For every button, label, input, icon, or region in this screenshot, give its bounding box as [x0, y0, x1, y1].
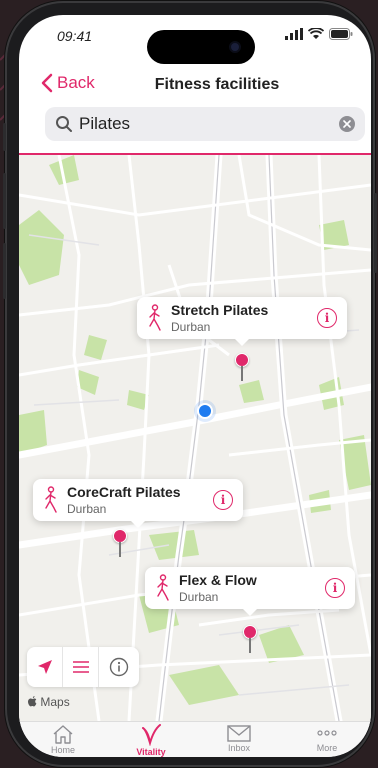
info-icon	[109, 657, 129, 677]
tab-inbox[interactable]: Inbox	[195, 722, 283, 757]
map-view[interactable]: Stretch Pilates Durban i CoreCraft Pilat…	[19, 155, 371, 721]
facility-name: Stretch Pilates	[171, 302, 269, 318]
user-location-dot	[197, 403, 213, 419]
pilates-figure-icon	[149, 304, 161, 331]
facility-callout-stretch-pilates[interactable]: Stretch Pilates Durban i	[137, 297, 347, 346]
apple-maps-attribution[interactable]: Maps	[27, 695, 70, 709]
map-info-button[interactable]	[99, 647, 139, 687]
dynamic-island	[147, 30, 255, 64]
tab-label: More	[316, 743, 338, 753]
map-streets	[19, 155, 371, 721]
facility-name: CoreCraft Pilates	[67, 484, 181, 500]
signal-icon	[285, 28, 303, 40]
maps-label: Maps	[40, 695, 70, 709]
more-icon	[317, 730, 337, 736]
power-button	[374, 193, 377, 273]
close-icon	[343, 120, 351, 128]
search-field[interactable]: Pilates	[45, 107, 365, 141]
volume-up-button	[3, 173, 6, 229]
list-icon	[72, 661, 89, 673]
volume-down-button	[3, 243, 6, 299]
locate-me-button[interactable]	[27, 647, 63, 687]
navigation-bar: Back Fitness facilities	[19, 65, 371, 103]
vitality-icon	[142, 724, 161, 746]
search-icon	[56, 116, 72, 132]
map-pin-corecraft-pilates[interactable]	[113, 529, 127, 559]
status-icons	[285, 28, 353, 40]
facility-city: Durban	[171, 320, 211, 334]
home-icon	[53, 725, 73, 744]
map-pin-stretch-pilates[interactable]	[235, 353, 249, 383]
map-controls	[27, 647, 139, 687]
map-pin-flex-and-flow[interactable]	[243, 625, 257, 655]
info-icon[interactable]: i	[213, 490, 233, 510]
tab-more[interactable]: More	[283, 722, 371, 757]
screen: 09:41 Back Fitness facilities Pilates St…	[19, 15, 371, 757]
tab-bar: Home Vitality Inbox More	[19, 721, 371, 757]
page-title: Fitness facilities	[154, 76, 280, 93]
status-time: 09:41	[57, 28, 93, 44]
facility-city: Durban	[67, 502, 107, 516]
tab-vitality[interactable]: Vitality	[107, 722, 195, 757]
facility-name: Flex & Flow	[179, 572, 257, 588]
action-button	[3, 123, 6, 151]
phone-frame: 09:41 Back Fitness facilities Pilates St…	[3, 3, 377, 765]
search-input[interactable]: Pilates	[79, 114, 130, 134]
apple-logo-icon	[28, 696, 37, 707]
pilates-figure-icon	[45, 486, 57, 513]
location-arrow-icon	[37, 660, 52, 674]
facility-callout-corecraft-pilates[interactable]: CoreCraft Pilates Durban i	[33, 479, 243, 528]
tab-label: Inbox	[227, 743, 251, 753]
status-bar: 09:41	[19, 15, 371, 64]
list-view-button[interactable]	[63, 647, 99, 687]
inbox-icon	[227, 725, 251, 742]
pilates-figure-icon	[157, 574, 169, 601]
tab-label: Home	[50, 745, 75, 755]
info-icon[interactable]: i	[325, 578, 345, 598]
clear-search-button[interactable]	[339, 116, 355, 132]
facility-callout-flex-and-flow[interactable]: Flex & Flow Durban i	[145, 567, 355, 616]
camera-icon	[229, 41, 241, 53]
battery-icon	[329, 28, 353, 40]
tab-home[interactable]: Home	[19, 722, 107, 757]
tab-label: Vitality	[136, 747, 166, 757]
wifi-icon	[308, 28, 324, 39]
facility-city: Durban	[179, 590, 219, 604]
info-icon[interactable]: i	[317, 308, 337, 328]
